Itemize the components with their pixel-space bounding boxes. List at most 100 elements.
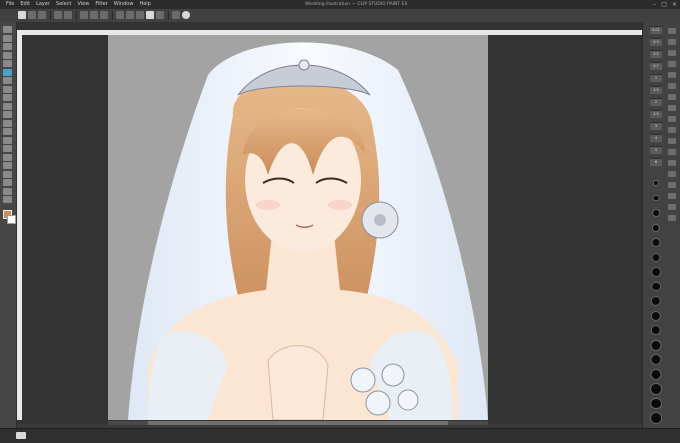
eraser-tool-icon[interactable]: [3, 119, 12, 127]
brush-size-dot[interactable]: [650, 310, 662, 321]
zoom-level-item[interactable]: 3: [650, 122, 662, 130]
operation-tool-icon[interactable]: [3, 43, 12, 50]
snap-grid-icon[interactable]: [146, 11, 154, 19]
navigator-icon[interactable]: [16, 432, 26, 439]
new-icon[interactable]: [18, 11, 26, 19]
menu-item-edit[interactable]: Edit: [20, 0, 30, 9]
dock-panel-icon[interactable]: [668, 204, 676, 210]
canvas[interactable]: [108, 35, 488, 420]
pencil-tool-icon[interactable]: [3, 85, 12, 93]
dock-panel-icon[interactable]: [668, 50, 676, 56]
balloon-tool-icon[interactable]: [3, 187, 12, 195]
open-icon[interactable]: [28, 11, 36, 19]
zoom-level-item[interactable]: 2: [650, 98, 662, 106]
auto-select-tool-icon[interactable]: [3, 60, 12, 67]
brush-size-dot[interactable]: [652, 194, 660, 202]
dock-panel-icon[interactable]: [668, 215, 676, 221]
dock-panel-icon[interactable]: [668, 72, 676, 78]
brush-size-dot[interactable]: [651, 252, 661, 262]
selection-tool-icon[interactable]: [3, 51, 12, 59]
dock-panel-icon[interactable]: [668, 39, 676, 45]
menu-item-filter[interactable]: Filter: [95, 0, 107, 9]
horizontal-scrollbar[interactable]: [108, 421, 488, 425]
figure-tool-icon[interactable]: [3, 153, 12, 161]
zoom-level-item[interactable]: 5: [650, 146, 662, 154]
zoom-level-item[interactable]: 0.7: [650, 62, 662, 70]
dock-panel-icon[interactable]: [668, 83, 676, 89]
transform-icon[interactable]: [90, 11, 98, 19]
dock-panel-icon[interactable]: [668, 61, 676, 67]
move-tool-icon[interactable]: [3, 34, 12, 42]
zoom-level-item[interactable]: 4: [650, 134, 662, 142]
menu-item-help[interactable]: Help: [139, 0, 150, 9]
blend-tool-icon[interactable]: [3, 128, 12, 135]
pen-tool-icon[interactable]: [3, 77, 12, 84]
deselect-icon[interactable]: [116, 11, 124, 19]
dock-panel-icon[interactable]: [668, 105, 676, 111]
dock-panel-icon[interactable]: [668, 149, 676, 155]
scroll-thumb[interactable]: [148, 421, 448, 425]
zoom-level-item[interactable]: 1: [650, 74, 662, 82]
brush-size-dot[interactable]: [650, 412, 662, 424]
gradient-tool-icon[interactable]: [3, 145, 12, 152]
brush-size-dot[interactable]: [650, 296, 662, 307]
zoom-tool-icon[interactable]: [3, 26, 12, 33]
close-icon[interactable]: ×: [672, 0, 677, 9]
invert-selection-icon[interactable]: [126, 11, 134, 19]
brush-size-dot[interactable]: [650, 368, 662, 380]
brush-size-dot[interactable]: [651, 281, 661, 292]
maximize-icon[interactable]: □: [661, 0, 667, 9]
brush-size-dot[interactable]: [651, 267, 661, 277]
text-tool-icon[interactable]: [3, 179, 12, 186]
brush-tool-icon[interactable]: [3, 94, 12, 101]
brush-size-dot[interactable]: [650, 339, 662, 351]
ruler-tool-icon[interactable]: [3, 170, 12, 178]
zoom-level-item[interactable]: 6: [650, 158, 662, 166]
zoom-level-item[interactable]: 0.5: [650, 50, 662, 58]
settings-icon[interactable]: [172, 11, 180, 19]
fill-tool-icon[interactable]: [3, 136, 12, 144]
dock-panel-icon[interactable]: [668, 160, 676, 166]
dock-panel-icon[interactable]: [668, 138, 676, 144]
zoom-level-item[interactable]: 0.01: [650, 26, 662, 34]
dock-panel-icon[interactable]: [668, 182, 676, 188]
redo-icon[interactable]: [64, 11, 72, 19]
menu-item-window[interactable]: Window: [114, 0, 134, 9]
menu-item-view[interactable]: View: [77, 0, 89, 9]
brush-size-dot[interactable]: [650, 397, 662, 410]
dock-panel-icon[interactable]: [668, 193, 676, 199]
clear-icon[interactable]: [80, 11, 88, 19]
brush-size-dot[interactable]: [650, 325, 662, 336]
dock-panel-icon[interactable]: [668, 127, 676, 133]
dock-panel-icon[interactable]: [668, 28, 676, 34]
brush-size-dot[interactable]: [650, 354, 662, 366]
menu-item-layer[interactable]: Layer: [36, 0, 50, 9]
fill-selection-icon[interactable]: [100, 11, 108, 19]
sub-color-swatch[interactable]: [7, 215, 16, 224]
zoom-level-item[interactable]: 1.5: [650, 86, 662, 94]
frame-tool-icon[interactable]: [3, 162, 12, 169]
brush-size-dot[interactable]: [650, 383, 662, 395]
menu-item-select[interactable]: Select: [56, 0, 71, 9]
help-icon[interactable]: [182, 11, 190, 19]
zoom-level-item[interactable]: 2.5: [650, 110, 662, 118]
zoom-level-item[interactable]: 0.3: [650, 38, 662, 46]
brush-size-dot[interactable]: [652, 209, 660, 217]
snap-perspective-icon[interactable]: [156, 11, 164, 19]
snap-ruler-icon[interactable]: [136, 11, 144, 19]
brush-size-dot[interactable]: [652, 180, 660, 187]
dock-panel-icon[interactable]: [668, 171, 676, 177]
brush-size-dot[interactable]: [651, 238, 661, 247]
decoration-tool-icon[interactable]: [3, 111, 12, 118]
undo-icon[interactable]: [54, 11, 62, 19]
brush-size-dot[interactable]: [651, 223, 661, 232]
minimize-icon[interactable]: –: [653, 0, 656, 9]
hands: [267, 345, 329, 420]
correct-line-tool-icon[interactable]: [3, 196, 12, 203]
airbrush-tool-icon[interactable]: [3, 102, 12, 110]
dock-panel-icon[interactable]: [668, 116, 676, 122]
save-icon[interactable]: [38, 11, 46, 19]
dock-panel-icon[interactable]: [668, 94, 676, 100]
eyedropper-tool-icon[interactable]: [3, 68, 12, 76]
menu-item-file[interactable]: File: [6, 0, 14, 9]
